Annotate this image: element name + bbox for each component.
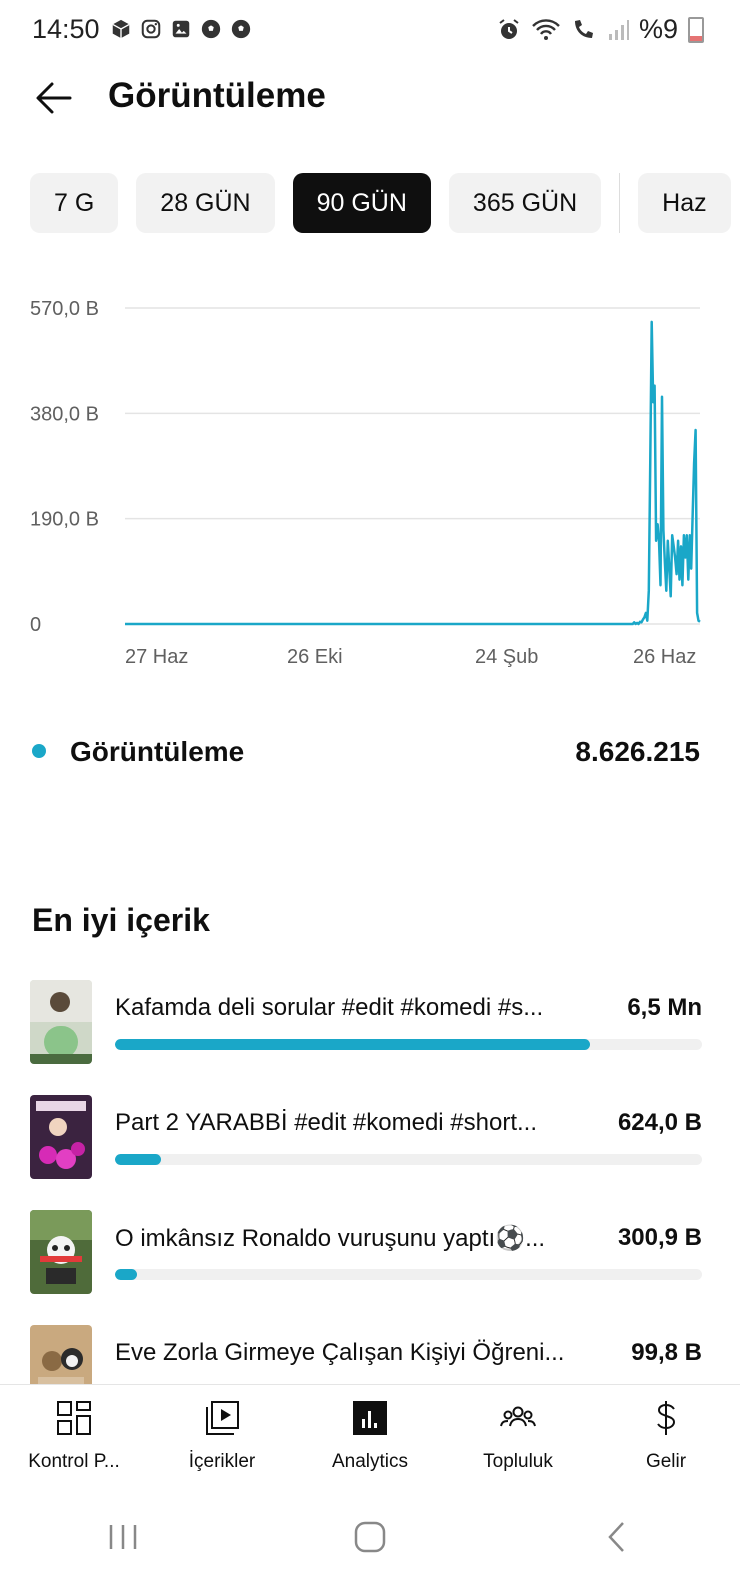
- top-content-list: Kafamda deli sorular #edit #komedi #s...…: [30, 980, 702, 1440]
- chip-month[interactable]: Haz: [638, 173, 731, 233]
- dollar-icon: [657, 1401, 676, 1435]
- item-title: Eve Zorla Girmeye Çalışan Kişiyi Öğreni.…: [115, 1339, 565, 1366]
- nav-earn-label: Gelir: [645, 1451, 687, 1472]
- legend-total-value: 8.626.215: [575, 736, 700, 767]
- item-bar-track: [115, 1154, 702, 1165]
- y-tick-label: 570,0 B: [30, 298, 99, 320]
- item-title: O imkânsız Ronaldo vuruşunu yaptı⚽...: [115, 1225, 546, 1252]
- alarm-icon: [499, 18, 519, 39]
- signal-icon: [608, 19, 629, 40]
- wifi-icon: [532, 18, 560, 40]
- item-value: 6,5 Mn: [627, 994, 702, 1021]
- list-item[interactable]: Kafamda deli sorular #edit #komedi #s...…: [30, 980, 702, 1095]
- status-right: %9: [497, 14, 704, 45]
- item-value: 624,0 B: [617, 1109, 702, 1136]
- bottom-navigation: Kontrol P... İçerikler Analytics Toplulu…: [0, 1384, 740, 1489]
- item-value: 300,9 B: [617, 1224, 702, 1251]
- system-back-button[interactable]: [587, 1507, 647, 1567]
- status-time: 14:50: [32, 14, 100, 44]
- item-value: 99,8 B: [631, 1339, 702, 1366]
- list-item[interactable]: O imkânsız Ronaldo vuruşunu yaptı⚽... 30…: [30, 1210, 702, 1325]
- item-bar-fill: [115, 1269, 137, 1280]
- back-arrow-icon[interactable]: [30, 76, 78, 120]
- nav-analytics-label: Analytics: [331, 1451, 409, 1472]
- nav-dashboard[interactable]: Kontrol P...: [0, 1385, 148, 1489]
- battery-percent: %9: [638, 14, 678, 44]
- recent-apps-icon: [110, 1525, 137, 1549]
- football-icon: [231, 19, 251, 39]
- nav-content-label: İçerikler: [188, 1451, 256, 1472]
- nav-earn[interactable]: Gelir: [592, 1385, 740, 1489]
- item-bar-fill: [115, 1154, 161, 1165]
- chip-365-days[interactable]: 365 GÜN: [448, 173, 602, 233]
- nav-community-label: Topluluk: [483, 1451, 553, 1472]
- instagram-icon: [141, 19, 161, 39]
- legend-dot: [32, 744, 46, 758]
- video-thumbnail: [30, 1095, 92, 1179]
- series-line: [125, 320, 701, 626]
- x-tick-label: 27 Haz: [125, 646, 188, 668]
- nav-analytics[interactable]: Analytics: [296, 1385, 444, 1489]
- item-bar-track: [115, 1039, 702, 1050]
- battery-icon: [688, 16, 704, 43]
- nav-content[interactable]: İçerikler: [148, 1385, 296, 1489]
- nav-community[interactable]: Topluluk: [444, 1385, 592, 1489]
- package-icon: [112, 19, 130, 39]
- legend-label: Görüntüleme: [70, 736, 245, 767]
- content-icon: [206, 1401, 239, 1435]
- item-title: Kafamda deli sorular #edit #komedi #s...: [115, 994, 544, 1021]
- page-title: Görüntüleme: [108, 76, 326, 115]
- x-tick-label: 24 Şub: [475, 646, 538, 668]
- system-navigation: [0, 1488, 740, 1586]
- period-chips: 7 G 28 GÜN 90 GÜN 365 GÜN Haz: [30, 173, 731, 233]
- home-icon: [354, 1521, 386, 1553]
- item-bar-track: [115, 1269, 702, 1280]
- item-title: Part 2 YARABBİ #edit #komedi #short...: [115, 1109, 537, 1136]
- chip-90-days[interactable]: 90 GÜN: [292, 173, 431, 233]
- recent-apps-button[interactable]: [93, 1507, 153, 1567]
- wifi-call-icon: [574, 19, 593, 38]
- x-tick-label: 26 Haz: [633, 646, 696, 668]
- football-icon: [201, 19, 221, 39]
- list-item[interactable]: Part 2 YARABBİ #edit #komedi #short... 6…: [30, 1095, 702, 1210]
- y-tick-label: 190,0 B: [30, 509, 99, 531]
- home-button[interactable]: [340, 1507, 400, 1567]
- chevron-left-icon: [607, 1522, 624, 1552]
- y-tick-label: 380,0 B: [30, 403, 99, 425]
- y-tick-label: 0: [30, 614, 41, 636]
- x-tick-label: 26 Eki: [287, 646, 343, 668]
- chip-7-days[interactable]: 7 G: [30, 173, 119, 233]
- dashboard-icon: [57, 1401, 91, 1435]
- views-chart: 570,0 B 380,0 B 190,0 B 0 27 Haz 26 Eki 24 Şub…: [30, 298, 701, 668]
- video-thumbnail: [30, 980, 92, 1064]
- nav-dashboard-label: Kontrol P...: [28, 1451, 120, 1472]
- community-icon: [500, 1406, 536, 1427]
- gallery-icon: [172, 20, 190, 38]
- analytics-icon: [353, 1401, 387, 1435]
- chip-28-days[interactable]: 28 GÜN: [136, 173, 275, 233]
- video-thumbnail: [30, 1210, 92, 1294]
- top-content-title: En iyi içerik: [32, 902, 210, 938]
- chips-divider: [619, 173, 621, 233]
- item-bar-fill: [115, 1039, 591, 1050]
- notification-icons: [110, 18, 252, 40]
